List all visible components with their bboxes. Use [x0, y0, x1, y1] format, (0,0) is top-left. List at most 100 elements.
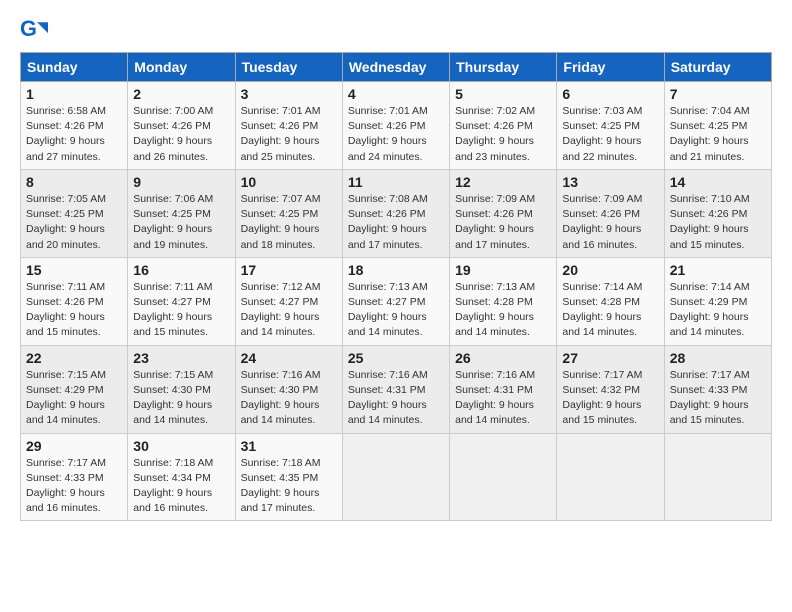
sunset-label: Sunset: 4:30 PM [133, 384, 211, 396]
day-info: Sunrise: 7:12 AM Sunset: 4:27 PM Dayligh… [241, 280, 337, 341]
day-info: Sunrise: 7:07 AM Sunset: 4:25 PM Dayligh… [241, 192, 337, 253]
sunset-label: Sunset: 4:32 PM [562, 384, 640, 396]
day-number: 15 [26, 262, 122, 278]
day-number: 11 [348, 174, 444, 190]
page-header: G [20, 16, 772, 44]
sunset-label: Sunset: 4:25 PM [26, 208, 104, 220]
day-info: Sunrise: 7:11 AM Sunset: 4:27 PM Dayligh… [133, 280, 229, 341]
sunrise-label: Sunrise: 7:16 AM [241, 369, 321, 381]
sunrise-label: Sunrise: 7:15 AM [26, 369, 106, 381]
sunset-label: Sunset: 4:26 PM [455, 208, 533, 220]
sunrise-label: Sunrise: 7:01 AM [348, 105, 428, 117]
day-number: 26 [455, 350, 551, 366]
calendar-cell: 15 Sunrise: 7:11 AM Sunset: 4:26 PM Dayl… [21, 257, 128, 345]
calendar-cell: 25 Sunrise: 7:16 AM Sunset: 4:31 PM Dayl… [342, 345, 449, 433]
sunrise-label: Sunrise: 7:11 AM [133, 281, 212, 293]
daylight-label: Daylight: 9 hours and 14 minutes. [241, 399, 320, 426]
calendar-cell: 18 Sunrise: 7:13 AM Sunset: 4:27 PM Dayl… [342, 257, 449, 345]
calendar-cell [342, 433, 449, 521]
calendar-week-2: 8 Sunrise: 7:05 AM Sunset: 4:25 PM Dayli… [21, 169, 772, 257]
sunset-label: Sunset: 4:26 PM [26, 120, 104, 132]
calendar-cell: 9 Sunrise: 7:06 AM Sunset: 4:25 PM Dayli… [128, 169, 235, 257]
day-number: 1 [26, 86, 122, 102]
calendar-table: SundayMondayTuesdayWednesdayThursdayFrid… [20, 52, 772, 521]
calendar-cell: 22 Sunrise: 7:15 AM Sunset: 4:29 PM Dayl… [21, 345, 128, 433]
sunset-label: Sunset: 4:26 PM [26, 296, 104, 308]
sunrise-label: Sunrise: 7:18 AM [133, 457, 213, 469]
daylight-label: Daylight: 9 hours and 14 minutes. [241, 311, 320, 338]
daylight-label: Daylight: 9 hours and 22 minutes. [562, 135, 641, 162]
calendar-week-4: 22 Sunrise: 7:15 AM Sunset: 4:29 PM Dayl… [21, 345, 772, 433]
sunset-label: Sunset: 4:29 PM [26, 384, 104, 396]
col-header-wednesday: Wednesday [342, 53, 449, 82]
sunrise-label: Sunrise: 7:13 AM [348, 281, 428, 293]
calendar-cell: 21 Sunrise: 7:14 AM Sunset: 4:29 PM Dayl… [664, 257, 771, 345]
calendar-cell: 2 Sunrise: 7:00 AM Sunset: 4:26 PM Dayli… [128, 82, 235, 170]
sunrise-label: Sunrise: 7:04 AM [670, 105, 750, 117]
calendar-cell: 8 Sunrise: 7:05 AM Sunset: 4:25 PM Dayli… [21, 169, 128, 257]
sunset-label: Sunset: 4:31 PM [455, 384, 533, 396]
sunset-label: Sunset: 4:29 PM [670, 296, 748, 308]
sunrise-label: Sunrise: 7:14 AM [562, 281, 642, 293]
sunrise-label: Sunrise: 7:08 AM [348, 193, 428, 205]
calendar-cell: 16 Sunrise: 7:11 AM Sunset: 4:27 PM Dayl… [128, 257, 235, 345]
calendar-cell: 20 Sunrise: 7:14 AM Sunset: 4:28 PM Dayl… [557, 257, 664, 345]
sunset-label: Sunset: 4:27 PM [348, 296, 426, 308]
daylight-label: Daylight: 9 hours and 23 minutes. [455, 135, 534, 162]
sunset-label: Sunset: 4:34 PM [133, 472, 211, 484]
daylight-label: Daylight: 9 hours and 14 minutes. [348, 399, 427, 426]
day-number: 22 [26, 350, 122, 366]
day-number: 27 [562, 350, 658, 366]
sunrise-label: Sunrise: 7:14 AM [670, 281, 750, 293]
day-number: 19 [455, 262, 551, 278]
daylight-label: Daylight: 9 hours and 16 minutes. [562, 223, 641, 250]
daylight-label: Daylight: 9 hours and 14 minutes. [26, 399, 105, 426]
logo: G [20, 16, 52, 44]
sunrise-label: Sunrise: 7:17 AM [670, 369, 750, 381]
daylight-label: Daylight: 9 hours and 21 minutes. [670, 135, 749, 162]
calendar-cell: 1 Sunrise: 6:58 AM Sunset: 4:26 PM Dayli… [21, 82, 128, 170]
day-number: 12 [455, 174, 551, 190]
daylight-label: Daylight: 9 hours and 14 minutes. [133, 399, 212, 426]
daylight-label: Daylight: 9 hours and 18 minutes. [241, 223, 320, 250]
day-info: Sunrise: 7:18 AM Sunset: 4:35 PM Dayligh… [241, 456, 337, 517]
sunset-label: Sunset: 4:27 PM [241, 296, 319, 308]
day-info: Sunrise: 6:58 AM Sunset: 4:26 PM Dayligh… [26, 104, 122, 165]
day-info: Sunrise: 7:08 AM Sunset: 4:26 PM Dayligh… [348, 192, 444, 253]
calendar-cell: 23 Sunrise: 7:15 AM Sunset: 4:30 PM Dayl… [128, 345, 235, 433]
daylight-label: Daylight: 9 hours and 14 minutes. [455, 311, 534, 338]
sunrise-label: Sunrise: 7:12 AM [241, 281, 321, 293]
day-number: 17 [241, 262, 337, 278]
sunrise-label: Sunrise: 7:07 AM [241, 193, 321, 205]
calendar-cell: 17 Sunrise: 7:12 AM Sunset: 4:27 PM Dayl… [235, 257, 342, 345]
sunset-label: Sunset: 4:26 PM [241, 120, 319, 132]
sunset-label: Sunset: 4:28 PM [562, 296, 640, 308]
sunrise-label: Sunrise: 7:18 AM [241, 457, 321, 469]
sunset-label: Sunset: 4:25 PM [241, 208, 319, 220]
col-header-monday: Monday [128, 53, 235, 82]
col-header-friday: Friday [557, 53, 664, 82]
sunset-label: Sunset: 4:27 PM [133, 296, 211, 308]
day-number: 30 [133, 438, 229, 454]
calendar-cell: 14 Sunrise: 7:10 AM Sunset: 4:26 PM Dayl… [664, 169, 771, 257]
day-number: 18 [348, 262, 444, 278]
calendar-week-1: 1 Sunrise: 6:58 AM Sunset: 4:26 PM Dayli… [21, 82, 772, 170]
calendar-week-3: 15 Sunrise: 7:11 AM Sunset: 4:26 PM Dayl… [21, 257, 772, 345]
sunrise-label: Sunrise: 7:16 AM [455, 369, 535, 381]
calendar-cell: 31 Sunrise: 7:18 AM Sunset: 4:35 PM Dayl… [235, 433, 342, 521]
day-number: 6 [562, 86, 658, 102]
calendar-cell: 30 Sunrise: 7:18 AM Sunset: 4:34 PM Dayl… [128, 433, 235, 521]
calendar-cell: 13 Sunrise: 7:09 AM Sunset: 4:26 PM Dayl… [557, 169, 664, 257]
day-number: 21 [670, 262, 766, 278]
sunset-label: Sunset: 4:26 PM [455, 120, 533, 132]
sunrise-label: Sunrise: 7:11 AM [26, 281, 105, 293]
sunrise-label: Sunrise: 7:13 AM [455, 281, 535, 293]
day-info: Sunrise: 7:09 AM Sunset: 4:26 PM Dayligh… [562, 192, 658, 253]
daylight-label: Daylight: 9 hours and 26 minutes. [133, 135, 212, 162]
day-number: 31 [241, 438, 337, 454]
calendar-cell: 10 Sunrise: 7:07 AM Sunset: 4:25 PM Dayl… [235, 169, 342, 257]
day-info: Sunrise: 7:10 AM Sunset: 4:26 PM Dayligh… [670, 192, 766, 253]
sunset-label: Sunset: 4:28 PM [455, 296, 533, 308]
daylight-label: Daylight: 9 hours and 17 minutes. [348, 223, 427, 250]
calendar-cell: 5 Sunrise: 7:02 AM Sunset: 4:26 PM Dayli… [450, 82, 557, 170]
